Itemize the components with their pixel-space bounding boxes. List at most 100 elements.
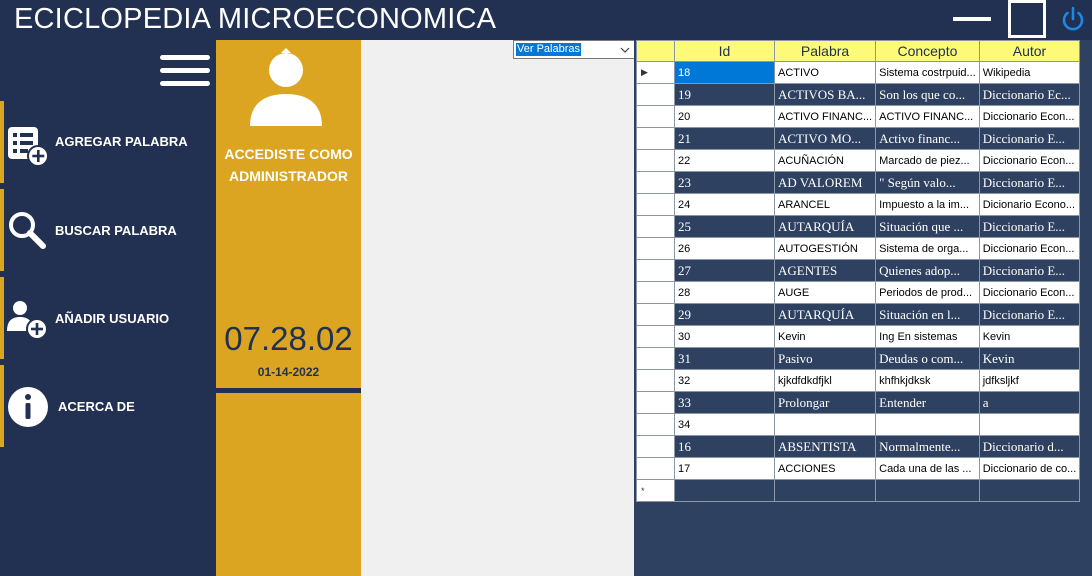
cell-id[interactable]: 19 (674, 83, 775, 106)
new-row-cell[interactable] (674, 479, 775, 502)
cell-id[interactable]: 26 (674, 237, 775, 260)
cell-palabra[interactable]: ABSENTISTA (773, 435, 877, 458)
table-row[interactable]: 27 AGENTES Quienes adop... Diccionario E... (636, 259, 1081, 282)
cell-autor[interactable]: Diccionario E... (978, 259, 1081, 282)
table-row[interactable]: 25 AUTARQUÍA Situación que ... Diccionario … (636, 215, 1081, 238)
cell-palabra[interactable]: AUTARQUÍA (773, 303, 877, 326)
cell-autor[interactable]: Diccionario E... (978, 215, 1081, 238)
cell-id[interactable]: 25 (674, 215, 775, 238)
row-header[interactable] (636, 193, 675, 216)
cell-id[interactable]: 22 (674, 149, 775, 172)
cell-concepto[interactable]: Deudas o com... (875, 347, 980, 370)
cell-concepto[interactable]: Quienes adop... (875, 259, 980, 282)
cell-concepto[interactable]: khfhkjdksk (875, 369, 980, 392)
table-row[interactable]: 21 ACTIVO MO... Activo financ... Diccionar… (636, 127, 1081, 150)
column-header-concepto[interactable]: Concepto (875, 40, 980, 62)
minimize-button[interactable] (950, 4, 994, 34)
cell-concepto[interactable]: Situación en l... (875, 303, 980, 326)
table-row[interactable]: 29 AUTARQUÍA Situación en l... Diccionario … (636, 303, 1081, 326)
cell-concepto[interactable]: Impuesto a la im... (875, 193, 980, 216)
table-row[interactable]: 30 Kevin Ing En sistemas Kevin (636, 325, 1081, 348)
row-header[interactable] (636, 325, 675, 348)
row-header[interactable] (636, 391, 675, 414)
cell-autor[interactable]: jdfksljkf (978, 369, 1081, 392)
nav-acerca-de[interactable]: ACERCA DE (0, 365, 216, 447)
cell-autor[interactable]: Diccionario Econ... (978, 281, 1081, 304)
table-row[interactable]: 17 ACCIONES Cada una de las ... Diccionario… (636, 457, 1081, 480)
row-header[interactable]: ▶ (636, 61, 675, 84)
cell-autor[interactable]: Diccionario E... (978, 303, 1081, 326)
cell-palabra[interactable]: kjkdfdkdfjkl (773, 369, 877, 392)
table-row[interactable]: 26 AUTOGESTIÓN Sistema de orga... Dicciona… (636, 237, 1081, 260)
cell-concepto[interactable]: Cada una de las ... (875, 457, 980, 480)
table-row[interactable]: 32 kjkdfdkdfjkl khfhkjdksk jdfksljkf (636, 369, 1081, 392)
cell-concepto[interactable]: Normalmente... (875, 435, 980, 458)
cell-autor[interactable]: Kevin (978, 325, 1081, 348)
cell-concepto[interactable]: Activo financ... (875, 127, 980, 150)
cell-id[interactable]: 31 (674, 347, 775, 370)
cell-concepto[interactable]: Marcado de piez... (875, 149, 980, 172)
cell-autor[interactable]: Diccionario Econ... (978, 149, 1081, 172)
cell-palabra[interactable]: AUTOGESTIÓN (773, 237, 877, 260)
nav-anadir-usuario[interactable]: AÑADIR USUARIO (0, 277, 216, 359)
cell-palabra[interactable]: AGENTES (773, 259, 877, 282)
cell-id[interactable]: 30 (674, 325, 775, 348)
cell-palabra[interactable]: AUTARQUÍA (773, 215, 877, 238)
cell-autor[interactable]: Diccionario Econ... (978, 105, 1081, 128)
table-row[interactable]: 31 Pasivo Deudas o com... Kevin (636, 347, 1081, 370)
row-header[interactable] (636, 303, 675, 326)
row-header[interactable] (636, 435, 675, 458)
cell-concepto[interactable]: Situación que ... (875, 215, 980, 238)
cell-autor[interactable]: Diccionario Econ... (978, 237, 1081, 260)
table-row[interactable]: 28 AUGE Periodos de prod... Diccionario Eco… (636, 281, 1081, 304)
table-row[interactable]: 20 ACTIVO FINANC... ACTIVO FINANC... Diccio… (636, 105, 1081, 128)
cell-id[interactable]: 27 (674, 259, 775, 282)
cell-palabra[interactable]: ACCIONES (773, 457, 877, 480)
words-grid[interactable]: Id Palabra Concepto Autor ▶ 18 ACTIVO Siste… (636, 40, 1081, 502)
row-header[interactable] (636, 171, 675, 194)
cell-id[interactable]: 28 (674, 281, 775, 304)
cell-autor[interactable]: Dicionario Econo... (978, 193, 1081, 216)
new-row-cell[interactable] (773, 479, 877, 502)
table-row[interactable]: 23 AD VALOREM " Según valo... Diccionario … (636, 171, 1081, 194)
cell-concepto[interactable]: Periodos de prod... (875, 281, 980, 304)
table-row[interactable]: 24 ARANCEL Impuesto a la im... Dicionario … (636, 193, 1081, 216)
nav-buscar-palabra[interactable]: BUSCAR PALABRA (0, 189, 216, 271)
row-header[interactable] (636, 259, 675, 282)
row-header[interactable] (636, 83, 675, 106)
cell-palabra[interactable]: AD VALOREM (773, 171, 877, 194)
power-button[interactable] (1060, 6, 1086, 34)
cell-id[interactable]: 32 (674, 369, 775, 392)
cell-id[interactable]: 34 (674, 413, 775, 436)
nav-agregar-palabra[interactable]: AGREGAR PALABRA (0, 101, 216, 183)
cell-autor[interactable]: a (978, 391, 1081, 414)
row-header[interactable] (636, 369, 675, 392)
cell-palabra[interactable]: ACTIVO (773, 61, 877, 84)
table-row[interactable]: 33 Prolongar Entender a (636, 391, 1081, 414)
column-header-id[interactable]: Id (674, 40, 775, 62)
cell-autor[interactable]: Kevin (978, 347, 1081, 370)
column-header-autor[interactable]: Autor (978, 40, 1081, 62)
cell-id[interactable]: 16 (674, 435, 775, 458)
cell-concepto[interactable]: ACTIVO FINANC... (875, 105, 980, 128)
row-header[interactable] (636, 457, 675, 480)
cell-id[interactable]: 21 (674, 127, 775, 150)
view-select[interactable]: Ver Palabras (513, 40, 635, 59)
cell-autor[interactable]: Diccionario d... (978, 435, 1081, 458)
new-row-cell[interactable] (875, 479, 980, 502)
table-row[interactable]: 19 ACTIVOS BA... Son los que co... Dicciona… (636, 83, 1081, 106)
cell-concepto[interactable] (875, 413, 980, 436)
cell-id[interactable]: 23 (674, 171, 775, 194)
cell-concepto[interactable]: Entender (875, 391, 980, 414)
cell-concepto[interactable]: " Según valo... (875, 171, 980, 194)
cell-concepto[interactable]: Sistema de orga... (875, 237, 980, 260)
cell-palabra[interactable]: ACUÑACIÓN (773, 149, 877, 172)
table-row[interactable]: 22 ACUÑACIÓN Marcado de piez... Diccionario… (636, 149, 1081, 172)
row-header[interactable] (636, 105, 675, 128)
column-header-palabra[interactable]: Palabra (773, 40, 877, 62)
cell-palabra[interactable]: ARANCEL (773, 193, 877, 216)
cell-autor[interactable]: Wikipedia (978, 61, 1081, 84)
row-header[interactable] (636, 347, 675, 370)
cell-palabra[interactable]: ACTIVOS BA... (773, 83, 877, 106)
new-row-header[interactable]: * (636, 479, 675, 502)
